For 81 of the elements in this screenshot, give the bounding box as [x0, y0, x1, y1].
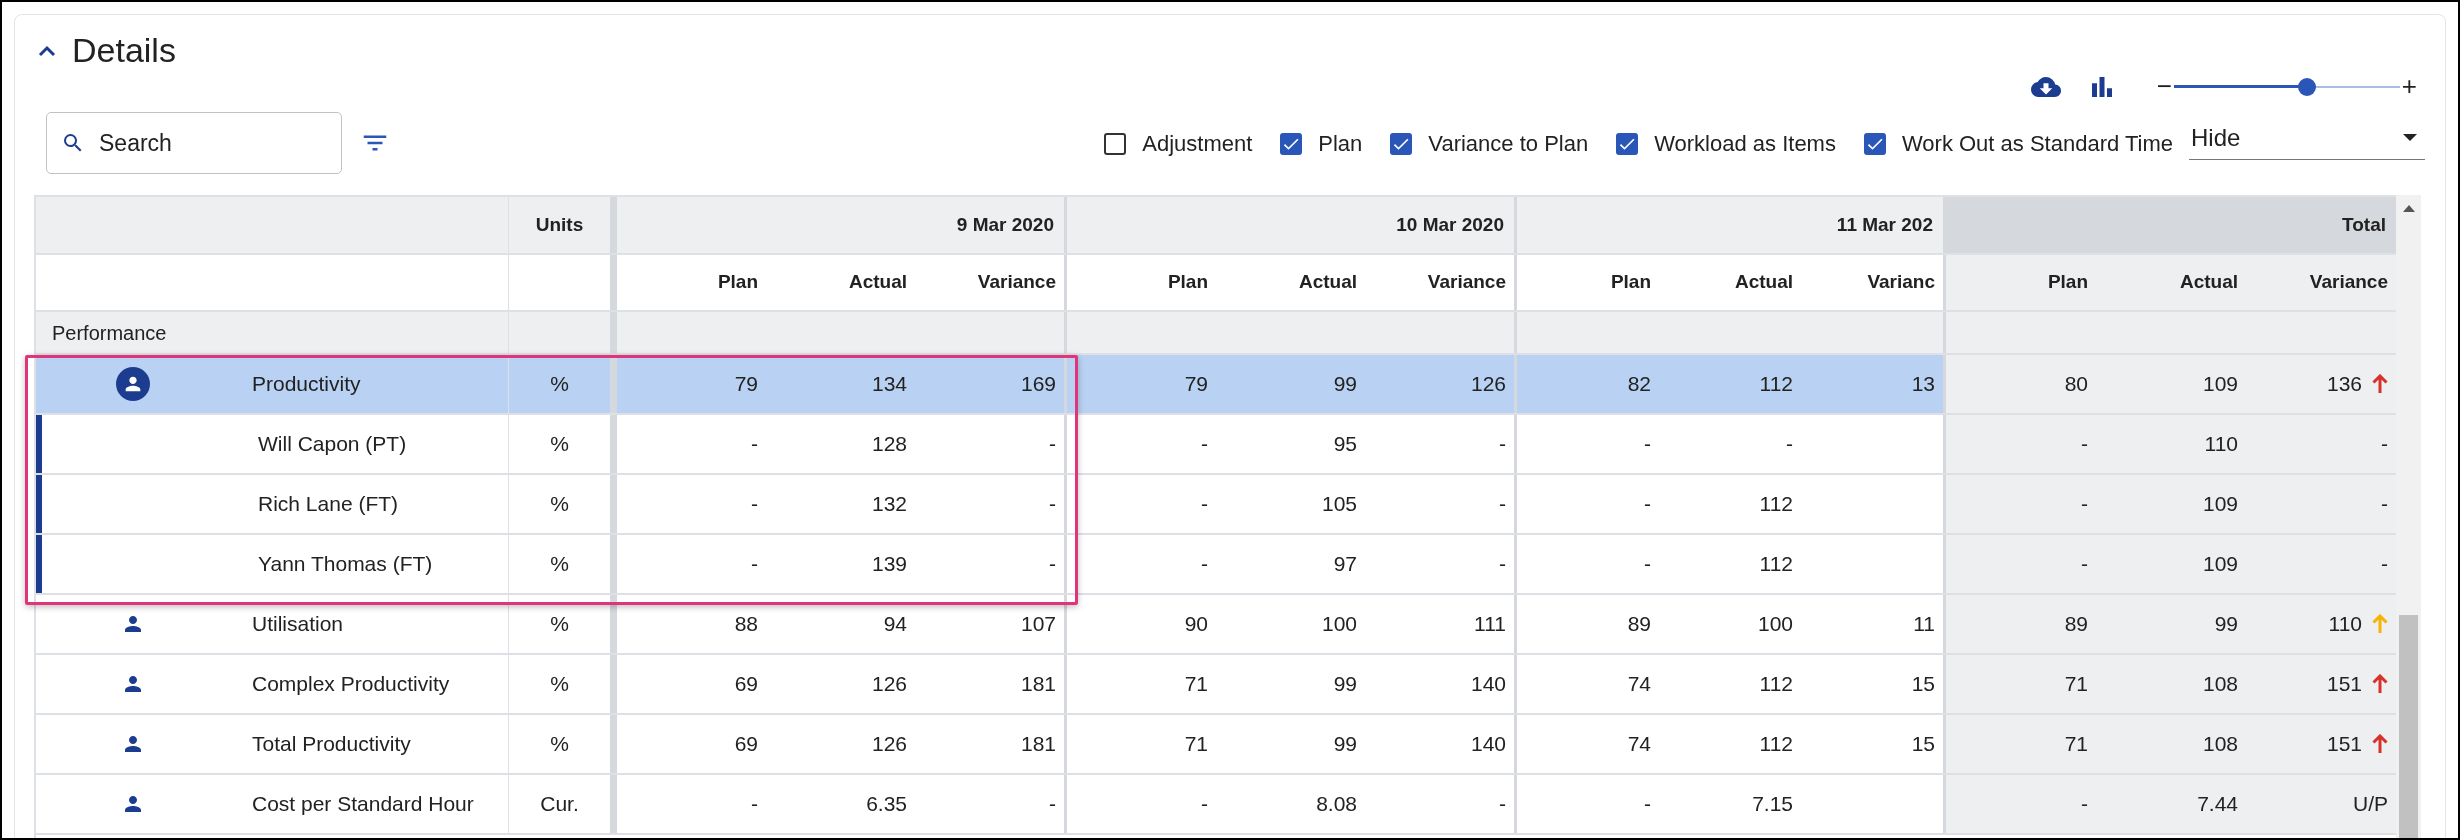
table-cell: -	[1946, 775, 2096, 833]
row-label: Yann Thomas (FT)	[257, 551, 433, 578]
table-cell: -	[1946, 475, 2096, 533]
column-header[interactable]: Variance	[1365, 255, 1514, 310]
table-row[interactable]: Yann Thomas (FT) % - 139 - - 97 - - 112 - 109 -	[36, 535, 2396, 595]
zoom-in-label[interactable]: +	[2401, 67, 2417, 106]
date-header: 9 Mar 2020	[617, 197, 1067, 253]
column-header[interactable]: Plan	[1946, 255, 2096, 310]
table-cell: 71	[1946, 655, 2096, 713]
caret-icon	[2403, 134, 2417, 141]
collapse-button[interactable]	[38, 44, 56, 57]
scrollbar-thumb[interactable]	[2399, 615, 2418, 838]
column-header[interactable]: Varianc	[1801, 255, 1943, 310]
table-cell: -	[1946, 415, 2096, 473]
column-header[interactable]: Plan	[617, 255, 766, 310]
column-header[interactable]: Actual	[2096, 255, 2246, 310]
table-cell: 89	[1946, 595, 2096, 653]
search-input[interactable]: Search	[99, 125, 319, 161]
column-header[interactable]: Actual	[766, 255, 915, 310]
table-cell: U/P	[2246, 775, 2396, 833]
zoom-out-label[interactable]: −	[2156, 67, 2172, 106]
date-header: 10 Mar 2020	[1067, 197, 1517, 253]
table-cell: -	[2246, 535, 2396, 593]
table-cell: 71	[1946, 715, 2096, 773]
table-cell: -	[1946, 535, 2096, 593]
column-header[interactable]: Plan	[1517, 255, 1659, 310]
table-cell: 108	[2096, 715, 2246, 773]
row-label: Utilisation	[251, 611, 344, 638]
table-row[interactable]: Cost per Standard Hour Cur. - 6.35 - - 8.08 - - 7.15 - 7.44 U/P	[36, 775, 2396, 835]
member-marker	[36, 535, 42, 593]
option-checkbox[interactable]: Plan	[1280, 127, 1363, 160]
table-cell: 151	[2246, 715, 2396, 773]
member-marker	[36, 475, 42, 533]
date-header: 11 Mar 202	[1517, 197, 1946, 253]
column-header[interactable]: Plan	[1067, 255, 1216, 310]
table-row[interactable]: Complex Productivity % 69 126 181 71 99 140 74 112 15 71 108 151	[36, 655, 2396, 715]
table-cell: 109	[2096, 535, 2246, 593]
option-checkbox[interactable]: Work Out as Standard Time	[1863, 127, 2173, 160]
scroll-up-icon[interactable]	[2402, 205, 2415, 212]
row-label: Rich Lane (FT)	[257, 491, 399, 518]
option-checkbox[interactable]: Workload as Items	[1616, 127, 1836, 160]
table-cell: 110	[2096, 415, 2246, 473]
chevron-up-icon	[38, 44, 56, 57]
table-cell: 136	[2246, 355, 2396, 413]
search-field[interactable]: Search	[46, 112, 342, 174]
table-cell: 110	[2246, 595, 2396, 653]
table-row[interactable]: Rich Lane (FT) % - 132 - - 105 - - 112 - 109 -	[36, 475, 2396, 535]
person-avatar-icon[interactable]	[116, 367, 150, 401]
row-label: Productivity	[251, 371, 361, 398]
header-cell: Units	[509, 197, 617, 253]
section-label: Performance	[52, 320, 167, 346]
section-title: Details	[72, 30, 176, 71]
display-select[interactable]: Hide	[2189, 116, 2425, 160]
row-label: Complex Productivity	[251, 671, 450, 698]
column-header[interactable]: Actual	[1216, 255, 1365, 310]
table-row[interactable]: Total Productivity % 69 126 181 71 99 140 74 112 15 71 108 151	[36, 715, 2396, 775]
row-label: Cost per Standard Hour	[251, 791, 474, 818]
table-row[interactable]: Utilisation % 88 94 107 90 100 111 89 100 11 89 99 110	[36, 595, 2396, 655]
zoom-slider[interactable]	[2173, 77, 2400, 96]
row-label: Will Capon (PT)	[257, 431, 407, 458]
scrollbar[interactable]	[2396, 195, 2421, 838]
table-cell: 109	[2096, 355, 2246, 413]
member-marker	[36, 415, 42, 473]
column-header[interactable]: Actual	[1659, 255, 1801, 310]
date-header: Total	[1946, 197, 2396, 253]
table-cell: 99	[2096, 595, 2246, 653]
column-header[interactable]: Variance	[2246, 255, 2396, 310]
table-cell: -	[2246, 415, 2396, 473]
table-cell: 108	[2096, 655, 2246, 713]
column-header[interactable]: Variance	[915, 255, 1064, 310]
table-row[interactable]: Productivity % 79 134 169 79 99 126 82 112 13 80 109 136	[36, 355, 2396, 415]
table-row[interactable]: Will Capon (PT) % - 128 - - 95 - - - - 110 -	[36, 415, 2396, 475]
table-cell: -	[2246, 475, 2396, 533]
table-cell: 80	[1946, 355, 2096, 413]
option-checkbox[interactable]: Adjustment	[1104, 127, 1253, 160]
row-label: Total Productivity	[251, 731, 411, 758]
table-cell: 7.44	[2096, 775, 2246, 833]
table-cell: 151	[2246, 655, 2396, 713]
slider-thumb[interactable]	[2298, 77, 2317, 96]
option-checkbox[interactable]: Variance to Plan	[1390, 127, 1589, 160]
table-cell: 109	[2096, 475, 2246, 533]
